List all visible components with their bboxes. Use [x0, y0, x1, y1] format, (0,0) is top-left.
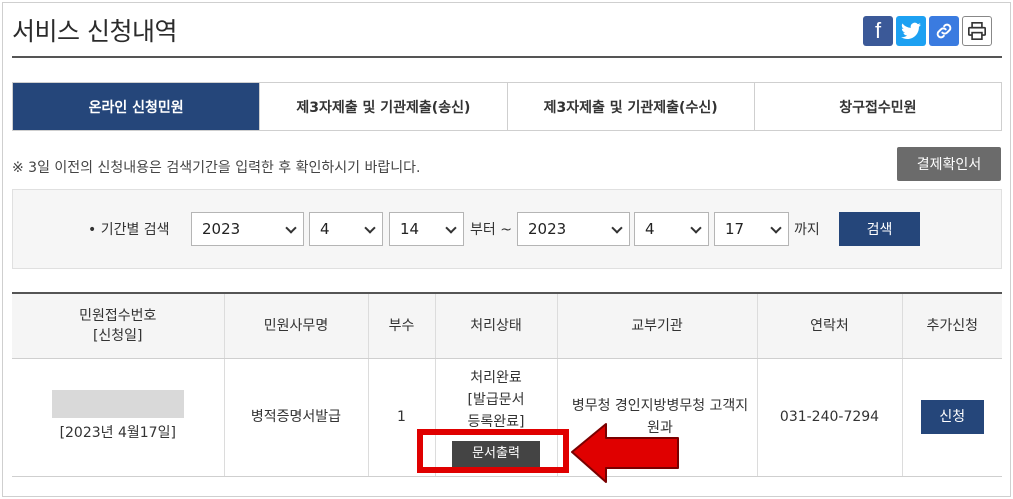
chevron-down-icon [285, 222, 297, 234]
search-button[interactable]: 검색 [839, 212, 920, 246]
tab-counter-applications[interactable]: 창구접수민원 [753, 83, 1001, 130]
twitter-share-button[interactable] [896, 16, 926, 46]
header-copies: 부수 [367, 292, 435, 359]
apply-button[interactable]: 신청 [920, 400, 984, 434]
from-suffix-text: 부터 ~ [470, 222, 512, 238]
printer-icon [968, 22, 986, 40]
twitter-icon [901, 22, 921, 39]
facebook-share-button[interactable]: f [863, 16, 893, 46]
cell-service-name: 병적증명서발급 [223, 358, 368, 477]
table-header-row: 민원접수번호 [신청일] 민원사무명 부수 처리상태 교부기관 연락처 추가신청 [12, 292, 1002, 359]
header-status: 처리상태 [434, 292, 557, 359]
chevron-down-icon [611, 222, 623, 234]
to-suffix-text: 까지 [794, 222, 820, 238]
header-contact: 연락처 [756, 292, 902, 359]
from-year-select[interactable]: 2023 [191, 212, 304, 246]
to-month-value: 4 [645, 220, 655, 238]
to-month-select[interactable]: 4 [634, 212, 709, 246]
tab-third-party-sent[interactable]: 제3자제출 및 기관제출(송신) [259, 83, 507, 130]
tab-third-party-received[interactable]: 제3자제출 및 기관제출(수신) [506, 83, 754, 130]
header-issuing-agency: 교부기관 [556, 292, 757, 359]
chevron-down-icon [364, 222, 376, 234]
cell-contact: 031-240-7294 [756, 358, 902, 477]
status-text: 처리완료 [470, 370, 522, 386]
status-detail-1: [발급문서 [467, 392, 525, 408]
to-day-select[interactable]: 17 [714, 212, 789, 246]
from-year-value: 2023 [202, 220, 241, 238]
to-day-value: 17 [725, 220, 745, 238]
facebook-icon: f [874, 18, 882, 43]
application-date: [2023년 4월17일] [59, 425, 176, 441]
from-month-value: 4 [320, 220, 330, 238]
cell-additional-application: 신청 [901, 358, 1002, 477]
search-period-label: • 기간별 검색 [88, 222, 170, 238]
from-day-select[interactable]: 14 [389, 212, 464, 246]
header-additional-application: 추가신청 [901, 292, 1002, 359]
to-year-select[interactable]: 2023 [517, 212, 630, 246]
chevron-down-icon [690, 222, 702, 234]
highlight-box [417, 429, 569, 473]
link-icon [936, 23, 952, 39]
from-day-value: 14 [400, 220, 420, 238]
tab-bar: 온라인 신청민원 제3자제출 및 기관제출(송신) 제3자제출 및 기관제출(수… [12, 82, 1002, 131]
to-year-value: 2023 [528, 220, 567, 238]
title-divider [12, 56, 1002, 58]
cell-receipt-number: [2023년 4월17일] [12, 358, 224, 477]
page-title: 서비스 신청내역 [12, 17, 177, 46]
chevron-down-icon [770, 222, 782, 234]
tab-online-applications[interactable]: 온라인 신청민원 [13, 83, 260, 130]
chevron-down-icon [445, 222, 457, 234]
highlight-arrow-icon [571, 423, 679, 483]
header-service-name: 민원사무명 [223, 292, 368, 359]
payment-confirmation-button[interactable]: 결제확인서 [897, 147, 1001, 181]
from-month-select[interactable]: 4 [309, 212, 383, 246]
print-button[interactable] [962, 16, 992, 46]
notice-text: ※ 3일 이전의 신청내용은 검색기간을 입력한 후 확인하시기 바랍니다. [12, 160, 421, 176]
masked-receipt-number [51, 390, 184, 418]
link-share-button[interactable] [929, 16, 959, 46]
header-receipt-number: 민원접수번호 [신청일] [12, 292, 224, 359]
